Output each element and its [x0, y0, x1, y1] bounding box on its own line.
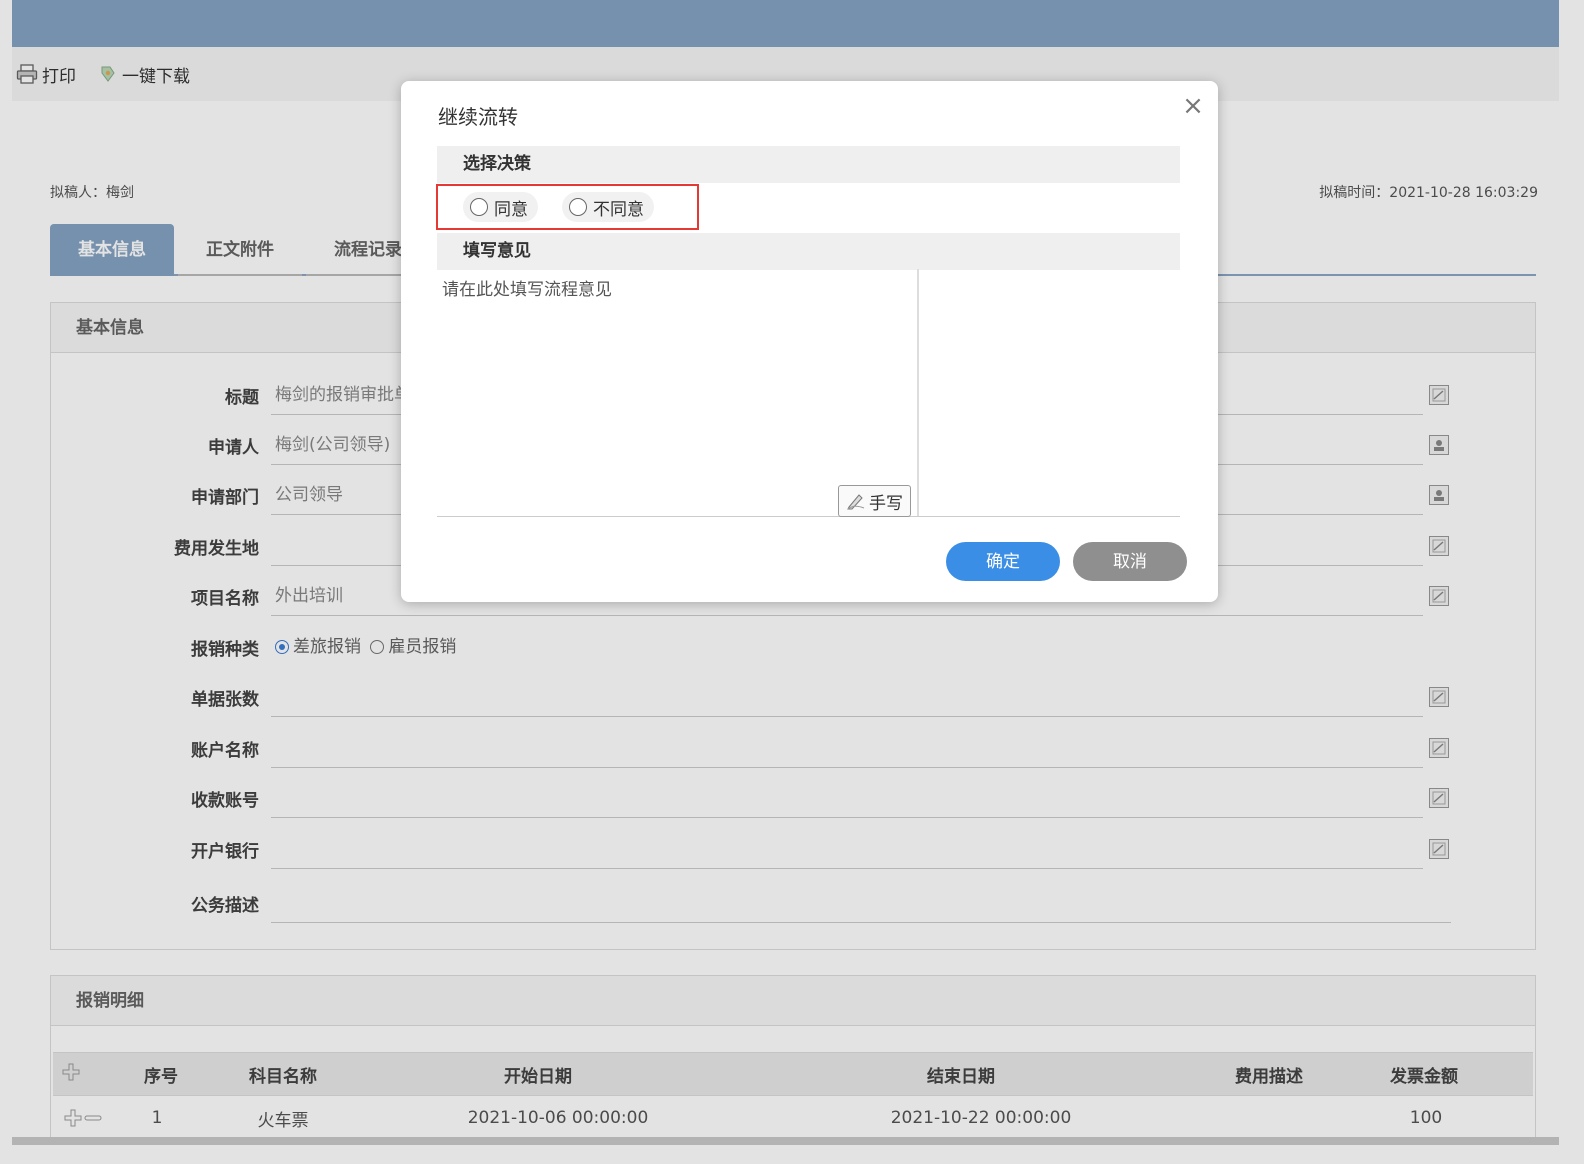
confirm-button[interactable]: 确定 [946, 542, 1060, 581]
radio-agree-label: 同意 [494, 199, 528, 220]
radio-disagree-label: 不同意 [593, 199, 644, 220]
radio-circle [569, 198, 587, 216]
radio-agree[interactable]: 同意 [463, 192, 538, 222]
page: 打印 一键下载 拟稿人：梅剑 拟稿时间：2021-10-28 16:03:29 … [0, 0, 1584, 1164]
dialog-title: 继续流转 [438, 105, 518, 129]
handwrite-label: 手写 [869, 493, 903, 514]
continue-flow-dialog: 继续流转 × 选择决策 同意 不同意 填写意见 手写 确定 取消 [401, 81, 1218, 602]
opinion-area [437, 269, 919, 517]
decision-heading: 选择决策 [437, 146, 1180, 183]
radio-disagree[interactable]: 不同意 [562, 192, 654, 222]
handwrite-button[interactable]: 手写 [838, 485, 911, 517]
decision-radio-group: 同意 不同意 [436, 184, 699, 230]
cancel-button[interactable]: 取消 [1073, 542, 1187, 581]
opinion-textarea[interactable] [437, 269, 917, 517]
pen-icon [847, 494, 865, 510]
divider [437, 516, 1180, 517]
close-icon[interactable]: × [1176, 89, 1210, 123]
opinion-heading: 填写意见 [437, 233, 1180, 270]
radio-circle [470, 198, 488, 216]
